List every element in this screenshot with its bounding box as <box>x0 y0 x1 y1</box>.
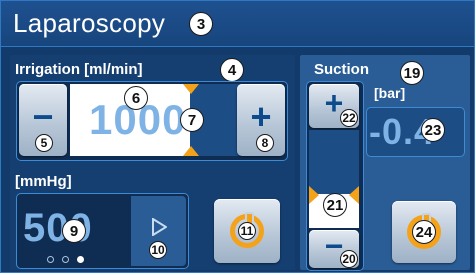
callout-19: 19 <box>400 61 424 85</box>
suction-slider-track[interactable] <box>309 130 359 194</box>
pressure-next-button[interactable]: 10 <box>131 196 186 266</box>
page-dot-1 <box>47 256 54 263</box>
callout-3: 3 <box>189 12 213 36</box>
suction-panel: Suction 19 [bar] + 22 21 − 20 -0.4 23 24 <box>300 55 470 271</box>
callout-4: 4 <box>220 58 244 82</box>
minus-icon: − <box>32 96 54 137</box>
suction-power-button[interactable]: 24 <box>392 201 456 263</box>
callout-11: 11 <box>238 222 256 240</box>
header-bar: Laparoscopy 3 <box>1 1 474 47</box>
pump-screen: Laparoscopy 3 Irrigation [ml/min] 4 − 5 … <box>0 0 475 273</box>
irrigation-control: − 5 1000 6 7 + 8 <box>16 81 288 161</box>
callout-10: 10 <box>149 241 167 259</box>
pressure-control: 500 9 10 <box>16 193 189 269</box>
callout-9: 9 <box>62 219 86 243</box>
plus-icon: + <box>250 96 272 137</box>
callout-20: 20 <box>340 250 358 268</box>
suction-control: + 22 21 − 20 <box>306 81 364 271</box>
callout-7: 7 <box>180 108 204 132</box>
irrigation-power-button[interactable]: 11 <box>214 199 280 263</box>
callout-21: 21 <box>323 193 347 217</box>
pressure-unit-label: [mmHg] <box>15 173 72 190</box>
page-indicator <box>47 256 84 263</box>
callout-8: 8 <box>256 134 274 152</box>
suction-value-field[interactable]: -0.4 23 <box>366 107 465 157</box>
play-arrow-icon <box>152 218 167 236</box>
callout-22: 22 <box>340 109 358 127</box>
page-dot-2 <box>62 256 69 263</box>
irrigation-panel: Irrigation [ml/min] 4 − 5 1000 6 7 + 8 [ <box>10 55 295 270</box>
suction-label: Suction <box>314 61 369 78</box>
page-dot-3-active <box>77 256 84 263</box>
callout-5: 5 <box>35 134 53 152</box>
suction-unit-label: [bar] <box>374 85 406 101</box>
page-title: Laparoscopy <box>13 8 166 38</box>
irrigation-label: Irrigation [ml/min] <box>15 61 143 78</box>
callout-6: 6 <box>124 86 148 110</box>
callout-24: 24 <box>412 220 436 244</box>
callout-23: 23 <box>421 118 445 142</box>
